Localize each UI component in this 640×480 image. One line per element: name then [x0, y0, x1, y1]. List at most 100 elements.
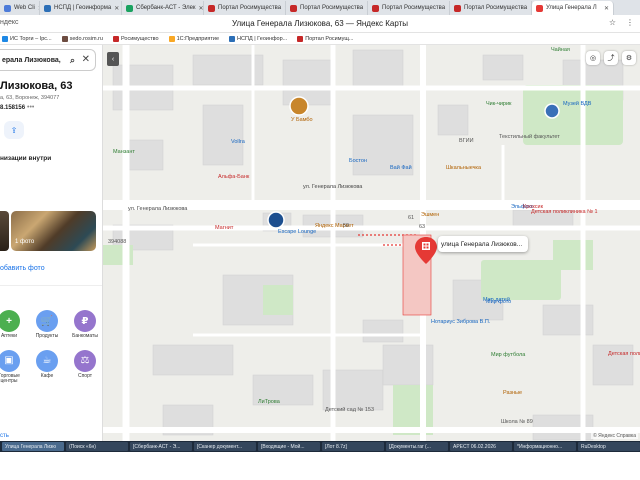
map-label[interactable]: Школа № 89 [501, 419, 533, 425]
map-label[interactable]: Вай Фай [390, 164, 412, 171]
collapse-panel-button[interactable]: ‹ [107, 52, 119, 66]
map-label[interactable]: Магнит [215, 225, 234, 231]
star-icon[interactable]: ☆ [609, 18, 616, 27]
taskbar-item[interactable]: [Лот 8.7z] [322, 442, 384, 451]
taskbar-item[interactable]: [Входящие - Мой... [258, 442, 320, 451]
taskbar-item[interactable]: Улица Генерала Лизю [2, 442, 64, 451]
map-label[interactable]: Нотариус Зиброва В.П. [431, 319, 491, 325]
taskbar-item[interactable]: *Информационно... [514, 442, 576, 451]
map-controls: ◎ ⤴ ⚙ [586, 51, 636, 65]
map-label[interactable]: Мир футбола [491, 352, 526, 358]
search-input[interactable]: ерала Лизюкова, ⌕ ✕ [0, 49, 96, 71]
map-label[interactable]: Манзант [113, 149, 135, 155]
taskbar-item[interactable]: [Сканер документ... [194, 442, 256, 451]
bookmark-item[interactable]: ИС Торги – Ipc... [2, 35, 52, 42]
browser-tab[interactable]: Портал Росимущества✕ [204, 1, 286, 15]
map-label[interactable]: Музей ВДВ [563, 100, 592, 107]
map-label[interactable]: ул. Генерала Лизюкова [303, 184, 363, 190]
bookmark-item[interactable]: НСПД | Геоинфор... [229, 35, 287, 42]
close-tab-icon[interactable]: ✕ [604, 5, 609, 12]
browser-tab[interactable]: Портал Росимущества✕ [286, 1, 368, 15]
browser-tab[interactable]: Сбербанк-АСТ - Элек ✕ [122, 1, 204, 15]
bookmarks-bar: ИС Торги – Ipc... sedo.rosim.ru Росимущест… [0, 33, 640, 45]
category-label: Спорт [77, 372, 93, 379]
map-label[interactable]: Чайная [551, 46, 570, 53]
browser-tab[interactable]: НСПД | Геоинформа ✕ [40, 1, 122, 15]
bookmark-item[interactable]: sedo.rosim.ru [61, 35, 103, 42]
settings-icon[interactable]: ⚙ [622, 51, 636, 65]
map-label[interactable]: Бостон [349, 158, 367, 164]
tab-label: Сбербанк-АСТ - Элек [136, 5, 196, 11]
category-button[interactable]: ▣ Торговые центры [0, 349, 28, 385]
map-label[interactable]: Escape Lounge [278, 229, 316, 235]
map-label[interactable]: Детская поликлиника № 1 [531, 209, 598, 215]
map-view[interactable]: Чайная У Бамбо Vollra Манзант Альфа-Банк Бост… [103, 45, 640, 441]
screen-bottom [0, 452, 640, 480]
photo-thumbnail[interactable] [0, 211, 9, 251]
bottom-link[interactable]: сть [0, 433, 9, 439]
window-tools: ☆ ⋮ [609, 18, 634, 27]
map-label[interactable]: 61 [408, 215, 414, 221]
map-label[interactable]: Детская поликлиника № 1 [608, 351, 640, 357]
map-label[interactable]: У Бамбо [291, 117, 313, 123]
map-label[interactable]: Vollra [231, 139, 246, 145]
more-button[interactable]: ••• [27, 104, 34, 111]
address-callout[interactable]: улица Генерала Лизюков... [438, 236, 529, 252]
category-button[interactable]: ☕ Кафе [28, 349, 66, 385]
tab-favicon-icon [208, 4, 215, 12]
close-tab-icon[interactable]: ✕ [114, 5, 119, 12]
map-label[interactable]: Чик-чирик [486, 101, 512, 107]
map-label[interactable]: Эшмен [421, 212, 439, 218]
map-copyright[interactable]: © Яндекс Справка [591, 433, 638, 439]
bookmark-item[interactable]: Росимущество [112, 35, 159, 42]
place-phone[interactable]: 8.158156 [0, 105, 25, 111]
add-photo-link[interactable]: обавить фото [0, 265, 45, 272]
browser-tab[interactable]: Улица Генерала Л ✕ [532, 1, 614, 15]
search-icon[interactable]: ⌕ [70, 55, 75, 66]
menu-icon[interactable]: ⋮ [626, 18, 634, 27]
tab-favicon-icon [4, 4, 11, 12]
category-label: Кафе [40, 372, 54, 379]
close-tab-icon[interactable]: ✕ [199, 5, 203, 12]
map-label[interactable]: Разные [503, 390, 522, 396]
taskbar-item[interactable]: АРЕСТ 06.02.2026 [450, 442, 512, 451]
bookmark-favicon-icon [297, 35, 304, 42]
bookmark-item[interactable]: 1С:Предприятие [168, 35, 219, 42]
taskbar-item[interactable]: RuDesktop [578, 442, 640, 451]
map-label[interactable]: ЛиТрова [258, 399, 281, 405]
close-icon[interactable]: ✕ [82, 54, 90, 65]
share-map-icon[interactable]: ⤴ [604, 51, 618, 65]
map-label[interactable]: Детский сад № 153 [325, 406, 374, 413]
map-label[interactable]: Текстильный факультет [499, 133, 560, 140]
map-label[interactable]: Мир фото [486, 299, 511, 305]
tab-label: Портал Росимущества [300, 5, 364, 11]
map-label[interactable]: 63 [419, 224, 425, 230]
taskbar-item[interactable]: [Документы.rar (... [386, 442, 448, 451]
category-button[interactable]: + Аптеки [0, 310, 28, 340]
category-button[interactable]: ⚖ Спорт [66, 349, 102, 385]
bookmark-favicon-icon [168, 35, 175, 42]
map-label[interactable]: 394088 [108, 239, 126, 245]
layers-icon[interactable]: ◎ [586, 51, 600, 65]
browser-tab[interactable]: Web Cli✕ [0, 1, 40, 15]
tab-label: Улица Генерала Л [546, 5, 597, 11]
map-label[interactable]: ВГИИ [459, 138, 474, 144]
map-label[interactable]: 59 [343, 223, 349, 229]
taskbar-item[interactable]: (Поиск «6н) [66, 442, 128, 451]
browser-tab[interactable]: Портал Росимущества✕ [368, 1, 450, 15]
map-canvas[interactable]: Чайная У Бамбо Vollra Манзант Альфа-Банк Бост… [103, 45, 640, 441]
map-label[interactable]: Шкальныечка [446, 165, 482, 171]
photo-thumbnail-main[interactable]: 1 фото [11, 211, 96, 251]
tab-label: Портал Росимущества [218, 5, 282, 11]
tab-label: Портал Росимущества [464, 5, 528, 11]
map-label[interactable]: ул. Генерала Лизюкова [128, 206, 188, 212]
browser-tab[interactable]: Портал Росимущества✕ [450, 1, 532, 15]
category-button[interactable]: 🛒 Продукты [28, 310, 66, 340]
share-button[interactable]: ⇪ [4, 121, 24, 139]
taskbar-item[interactable]: [Сбербанк-АСТ - Э... [130, 442, 192, 451]
category-label: Аптеки [0, 333, 18, 339]
tab-favicon-icon [44, 4, 51, 12]
map-label[interactable]: Альфа-Банк [218, 174, 250, 180]
category-button[interactable]: ₽ Банкоматы [66, 310, 102, 340]
bookmark-item[interactable]: Портал Росимущ... [297, 35, 353, 42]
